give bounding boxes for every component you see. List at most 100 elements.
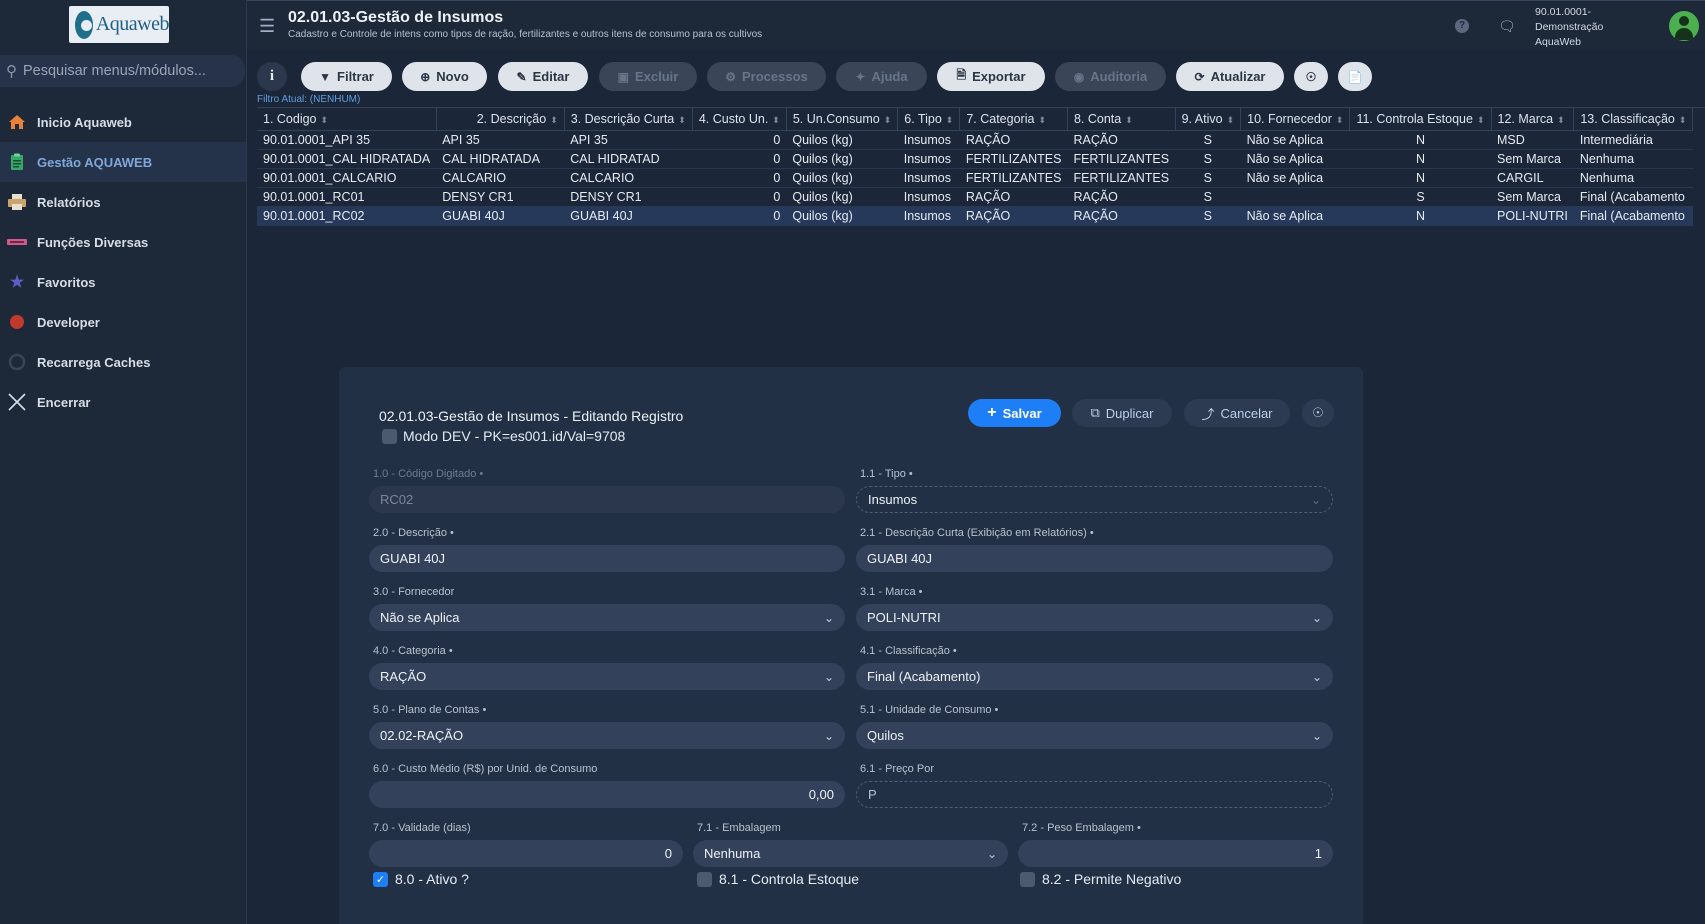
ativo-checkbox[interactable]: ✓ — [373, 871, 388, 887]
column-header[interactable]: 5. Un.Consumo ⬍ — [786, 108, 899, 131]
ativo-checkbox-row[interactable]: ✓ 8.0 - Ativo ? — [373, 871, 469, 887]
aquaweb-logo[interactable]: Aquaweb — [69, 6, 170, 43]
categoria-select[interactable]: RAÇÃO ⌄ — [369, 663, 845, 690]
export-file-icon: 🗎 — [956, 68, 967, 82]
permite-negativo-label: 8.2 - Permite Negativo — [1042, 871, 1182, 887]
table-cell: MSD — [1491, 130, 1574, 150]
sidebar-item-gestao[interactable]: Gestão AQUAWEB — [0, 142, 246, 182]
table-cell: RAÇÃO — [1067, 206, 1176, 226]
table-cell: DENSY CR1 — [564, 187, 693, 207]
tipo-select[interactable]: Insumos ⌄ — [856, 486, 1333, 513]
marca-select[interactable]: POLI-NUTRI ⌄ — [856, 604, 1333, 631]
column-header[interactable]: 10. Fornecedor ⬍ — [1240, 108, 1351, 131]
table-row[interactable]: 90.01.0001_RC01 DENSY CR1 DENSY CR1 0 Quilos… — [257, 187, 1693, 207]
save-button[interactable]: + Salvar — [968, 399, 1061, 427]
preco-por-field[interactable]: P — [856, 781, 1333, 808]
table-cell: S — [1175, 187, 1241, 207]
column-header[interactable]: 13. Classificação ⬍ — [1573, 108, 1694, 131]
plano-contas-select[interactable]: 02.02-RAÇÃO ⌄ — [369, 722, 845, 749]
column-header[interactable]: 12. Marca ⬍ — [1491, 108, 1575, 131]
plano-contas-label: 5.0 - Plano de Contas • — [373, 704, 487, 716]
column-header[interactable]: 9. Ativo ⬍ — [1175, 108, 1242, 131]
devmode-checkbox-row[interactable]: Modo DEV - PK=es001.id/Val=9708 — [382, 428, 625, 444]
custo-medio-field[interactable]: 0,00 — [369, 781, 845, 808]
table-row[interactable]: 90.01.0001_API 35 API 35 API 35 0 Quilos (kg… — [257, 130, 1693, 150]
delete-label: Excluir — [634, 69, 679, 84]
sidebar-item-label: Inicio Aquaweb — [37, 114, 132, 130]
info-button[interactable]: i — [257, 62, 287, 91]
sidebar-item-label: Favoritos — [37, 274, 96, 290]
column-header[interactable]: 8. Conta ⬍ — [1067, 108, 1176, 131]
sidebar-item-encerrar[interactable]: Encerrar — [0, 382, 246, 422]
processes-button[interactable]: ⚙ Processos — [707, 62, 826, 91]
menu-search-input[interactable] — [23, 63, 228, 79]
help-button[interactable]: ✦ Ajuda — [836, 62, 927, 91]
column-header[interactable]: 7. Categoria ⬍ — [959, 108, 1068, 131]
embalagem-select[interactable]: Nenhuma ⌄ — [693, 840, 1008, 867]
table-cell: FERTILIZANTES — [1067, 168, 1176, 188]
classificacao-select[interactable]: Final (Acabamento) ⌄ — [856, 663, 1333, 690]
current-filter: Filtro Atual: (NENHUM) — [257, 94, 361, 105]
table-cell: 90.01.0001_RC02 — [257, 206, 437, 226]
sidebar-item-funcoes[interactable]: Funções Diversas — [0, 222, 246, 262]
table-cell: FERTILIZANTES — [959, 168, 1068, 188]
column-header[interactable]: 4. Custo Un. ⬍ — [692, 108, 787, 131]
help-icon[interactable]: ? — [1455, 19, 1469, 33]
controla-estoque-checkbox-row[interactable]: 8.1 - Controla Estoque — [697, 871, 859, 887]
descricao-field[interactable]: GUABI 40J — [369, 545, 845, 572]
table-cell: GUABI 40J — [564, 206, 693, 226]
duplicate-button[interactable]: ⧉ Duplicar — [1072, 399, 1172, 427]
controla-estoque-checkbox[interactable] — [697, 871, 712, 887]
peso-embalagem-field[interactable]: 1 — [1018, 840, 1333, 867]
sidebar-item-developer[interactable]: Developer — [0, 302, 246, 342]
sidebar-item-favoritos[interactable]: ★ Favoritos — [0, 262, 246, 302]
user-info: 90.01.0001- Demonstração AquaWeb — [1535, 5, 1603, 50]
user-avatar-icon[interactable] — [1669, 11, 1699, 41]
sidebar-item-relatorios[interactable]: Relatórios — [0, 182, 246, 222]
delete-button[interactable]: ▣ Excluir — [599, 62, 697, 91]
table-cell: Nenhuma — [1573, 168, 1693, 188]
validade-label: 7.0 - Validade (dias) — [373, 822, 471, 834]
export-button[interactable]: 🗎 Exportar — [937, 62, 1045, 91]
table-cell: S — [1349, 187, 1492, 207]
column-header[interactable]: 3. Descrição Curta ⬍ — [564, 108, 693, 131]
table-cell: 90.01.0001_CALCARIO — [257, 168, 437, 188]
column-header[interactable]: 1. Codigo ⬍ — [257, 108, 437, 131]
document-button[interactable]: 📄 — [1338, 62, 1372, 91]
permite-negativo-checkbox-row[interactable]: 8.2 - Permite Negativo — [1020, 871, 1181, 887]
devmode-checkbox[interactable] — [382, 428, 397, 444]
validade-field[interactable]: 0 — [369, 840, 683, 867]
embalagem-label: 7.1 - Embalagem — [697, 822, 781, 834]
table-header-row: 1. Codigo ⬍ 2. Descrição ⬍ 3. Descrição Cu… — [257, 108, 1694, 131]
filter-button[interactable]: ▼ Filtrar — [301, 62, 392, 91]
cancel-button[interactable]: ⤴ Cancelar — [1184, 399, 1290, 427]
refresh-button[interactable]: ⟳ Atualizar — [1176, 62, 1284, 91]
sidebar-item-recarrega[interactable]: Recarrega Caches — [0, 342, 246, 382]
modal-bug-button[interactable]: ☉ — [1302, 399, 1334, 427]
table-cell: N — [1349, 130, 1492, 150]
table-cell: S — [1175, 168, 1241, 188]
permite-negativo-checkbox[interactable] — [1020, 871, 1035, 887]
bug-button[interactable]: ☉ — [1294, 62, 1328, 91]
table-cell: Intermediária — [1573, 130, 1693, 150]
chevron-down-icon: ⌄ — [986, 846, 997, 861]
new-button[interactable]: ⊕ Novo — [402, 62, 487, 91]
table-cell: N — [1349, 168, 1492, 188]
column-header[interactable]: 11. Controla Estoque ⬍ — [1349, 108, 1492, 131]
table-row[interactable]: 90.01.0001_RC02 GUABI 40J GUABI 40J 0 Quilos… — [257, 206, 1693, 226]
sort-icon: ⬍ — [772, 114, 780, 125]
edit-button[interactable]: ✎ Editar — [498, 62, 588, 91]
table-row[interactable]: 90.01.0001_CAL HIDRATADA CAL HIDRATADA CAL… — [257, 149, 1693, 169]
chat-icon[interactable]: 🗨 — [1498, 18, 1516, 35]
column-header[interactable]: 6. Tipo ⬍ — [897, 108, 961, 131]
descricao-curta-field[interactable]: GUABI 40J — [856, 545, 1333, 572]
column-header[interactable]: 2. Descrição ⬍ — [436, 108, 565, 131]
fornecedor-select[interactable]: Não se Aplica ⌄ — [369, 604, 845, 631]
table-row[interactable]: 90.01.0001_CALCARIO CALCARIO CALCARIO 0 Quil… — [257, 168, 1693, 188]
sidebar-item-inicio[interactable]: Inicio Aquaweb — [0, 102, 246, 142]
hamburger-menu-icon[interactable]: ☰ — [259, 16, 275, 37]
unidade-consumo-select[interactable]: Quilos ⌄ — [856, 722, 1333, 749]
table-cell: Sem Marca — [1491, 149, 1574, 169]
search-icon: ⚲ — [6, 63, 17, 80]
audit-button[interactable]: ◉ Auditoria — [1055, 62, 1166, 91]
